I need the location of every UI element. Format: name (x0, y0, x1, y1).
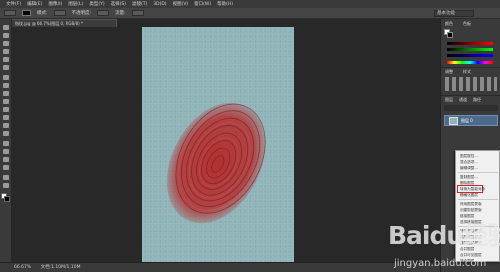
shape-tool-icon[interactable] (3, 165, 9, 170)
zoom-readout[interactable]: 66.67% (14, 265, 31, 270)
document-tab[interactable]: 指纹.jpg @ 66.7%(图层 0, RGB/8) * (12, 19, 117, 27)
blue-slider[interactable] (447, 54, 493, 57)
menu-layer[interactable]: 图层(L) (68, 1, 83, 7)
history-brush-tool-icon[interactable] (3, 99, 9, 104)
tab-channels[interactable]: 通道 (459, 97, 467, 103)
opacity-field[interactable] (97, 10, 110, 16)
baidu-logo: Baidu经验 (388, 221, 500, 250)
adjustment-icons[interactable] (445, 77, 497, 91)
quick-select-tool-icon[interactable] (3, 49, 9, 54)
layer-filter-bar[interactable] (444, 105, 498, 111)
menu-edit[interactable]: 编辑(E) (27, 1, 42, 7)
eyedropper-tool-icon[interactable] (3, 65, 9, 70)
layer-row[interactable]: 图层 0 (444, 115, 498, 126)
menu-3d[interactable]: 3D(D) (153, 2, 166, 7)
watermark-url: jingyan.baidu.com (394, 258, 487, 269)
clone-stamp-tool-icon[interactable] (3, 91, 9, 96)
blur-tool-icon[interactable] (3, 123, 9, 128)
panel-divider (441, 95, 500, 96)
workspace-select[interactable]: 基本功能 (434, 10, 474, 17)
type-tool-icon[interactable] (3, 149, 9, 154)
dodge-tool-icon[interactable] (3, 131, 9, 136)
tool-preset-button[interactable] (4, 10, 16, 16)
brush-swatch[interactable] (22, 10, 31, 16)
status-bar: 66.67% 文档:1.10M/1.10M (0, 262, 440, 272)
healing-brush-tool-icon[interactable] (3, 75, 9, 80)
pen-tool-icon[interactable] (3, 141, 9, 146)
layer-name: 图层 0 (461, 118, 473, 123)
tab-adjustments[interactable]: 调整 (445, 69, 453, 75)
color-spectrum[interactable] (447, 61, 493, 64)
panel-divider (441, 67, 500, 68)
mode-label: 模式: (37, 11, 48, 16)
menu-type[interactable]: 类型(Y) (89, 1, 104, 7)
document-canvas[interactable] (142, 27, 294, 262)
menu-separator (458, 172, 498, 173)
menu-select[interactable]: 选择(S) (111, 1, 126, 7)
red-slider[interactable] (447, 42, 493, 45)
crop-tool-icon[interactable] (3, 57, 9, 62)
tab-styles[interactable]: 样式 (463, 69, 471, 75)
layer-thumbnail (449, 117, 458, 125)
flow-label: 流量: (115, 11, 126, 16)
move-tool-icon[interactable] (3, 25, 9, 30)
panel-background-swatch[interactable] (447, 32, 453, 38)
green-slider[interactable] (447, 48, 493, 51)
zoom-tool-icon[interactable] (3, 183, 9, 188)
menu-help[interactable]: 帮助(H) (217, 1, 233, 7)
gradient-tool-icon[interactable] (3, 115, 9, 120)
menu-image[interactable]: 图像(I) (48, 1, 62, 7)
flow-field[interactable] (131, 10, 144, 16)
menu-separator (458, 199, 498, 200)
path-select-tool-icon[interactable] (3, 157, 9, 162)
tab-swatches[interactable]: 色板 (463, 21, 471, 27)
tab-paths[interactable]: 路径 (473, 97, 481, 103)
tab-layers[interactable]: 图层 (445, 97, 453, 103)
brush-tool-icon[interactable] (3, 83, 9, 88)
tab-color[interactable]: 颜色 (445, 21, 453, 27)
marquee-tool-icon[interactable] (3, 33, 9, 38)
lasso-tool-icon[interactable] (3, 41, 9, 46)
menu-view[interactable]: 视图(V) (173, 1, 189, 7)
eraser-tool-icon[interactable] (3, 107, 9, 112)
watermark: Baidu经验 jingyan.baidu.com (388, 216, 500, 272)
tools-panel (0, 19, 12, 262)
options-bar: 模式: 不透明度: 流量: 基本功能 (0, 8, 500, 19)
menu-bar: 文件(F) 编辑(E) 图像(I) 图层(L) 类型(Y) 选择(S) 滤镜(T… (0, 0, 500, 8)
fingerprint-image (166, 102, 266, 224)
background-color-swatch[interactable] (4, 196, 10, 202)
menu-window[interactable]: 窗口(W) (194, 1, 211, 7)
mode-select[interactable] (53, 10, 66, 16)
hand-tool-icon[interactable] (3, 175, 9, 180)
menu-item-edit-adjustment[interactable]: 编辑调整... (460, 165, 478, 171)
menu-filter[interactable]: 滤镜(T) (132, 1, 147, 7)
document-info: 文档:1.10M/1.10M (40, 265, 81, 270)
opacity-label: 不透明度: (71, 11, 92, 16)
menu-item-rasterize-layer[interactable]: 栅格化图层 (460, 192, 478, 198)
menu-file[interactable]: 文件(F) (6, 1, 21, 7)
canvas-area (12, 27, 440, 262)
